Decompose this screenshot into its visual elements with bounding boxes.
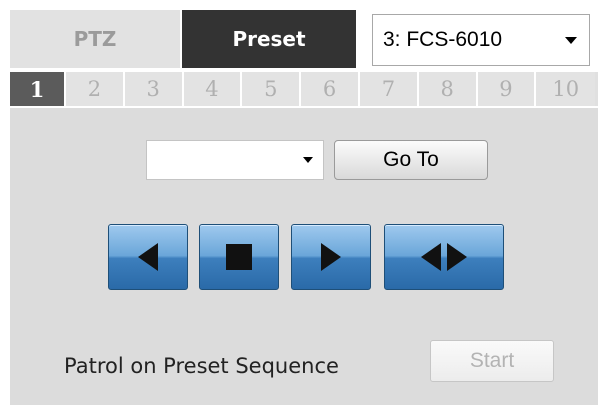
preset-number-1[interactable]: 1 bbox=[10, 72, 66, 106]
tab-ptz[interactable]: PTZ bbox=[10, 10, 180, 68]
auto-pan-button[interactable] bbox=[384, 224, 504, 290]
chevron-down-icon bbox=[565, 37, 577, 44]
preset-number-bar: 1 2 3 4 5 6 7 8 9 10 bbox=[10, 72, 598, 106]
tab-ptz-label: PTZ bbox=[73, 27, 117, 51]
tab-preset-label: Preset bbox=[232, 27, 306, 51]
preset-number-8[interactable]: 8 bbox=[418, 72, 478, 106]
preset-number-9[interactable]: 9 bbox=[477, 72, 537, 106]
preset-number-7[interactable]: 7 bbox=[359, 72, 419, 106]
tab-preset[interactable]: Preset bbox=[182, 10, 356, 68]
patrol-label: Patrol on Preset Sequence bbox=[64, 354, 339, 378]
stop-button[interactable] bbox=[199, 224, 279, 290]
stop-icon bbox=[226, 244, 252, 270]
goto-button-label: Go To bbox=[383, 148, 439, 171]
preset-number-6[interactable]: 6 bbox=[301, 72, 360, 106]
start-button-label: Start bbox=[469, 349, 515, 372]
move-right-button[interactable] bbox=[291, 224, 371, 290]
goto-button[interactable]: Go To bbox=[334, 140, 488, 180]
preset-number-10[interactable]: 10 bbox=[536, 72, 596, 106]
left-arrow-icon bbox=[138, 243, 158, 271]
preset-number-2[interactable]: 2 bbox=[66, 72, 125, 106]
preset-select[interactable] bbox=[146, 140, 324, 180]
move-left-button[interactable] bbox=[108, 224, 188, 290]
preset-number-5[interactable]: 5 bbox=[242, 72, 302, 106]
left-right-arrows-icon bbox=[421, 243, 467, 271]
preset-number-3[interactable]: 3 bbox=[124, 72, 184, 106]
camera-select[interactable]: 3: FCS-6010 bbox=[372, 14, 590, 66]
camera-select-value: 3: FCS-6010 bbox=[383, 28, 503, 51]
start-button[interactable]: Start bbox=[430, 340, 554, 382]
preset-number-4[interactable]: 4 bbox=[183, 72, 243, 106]
right-arrow-icon bbox=[321, 243, 341, 271]
chevron-down-icon bbox=[303, 157, 313, 163]
